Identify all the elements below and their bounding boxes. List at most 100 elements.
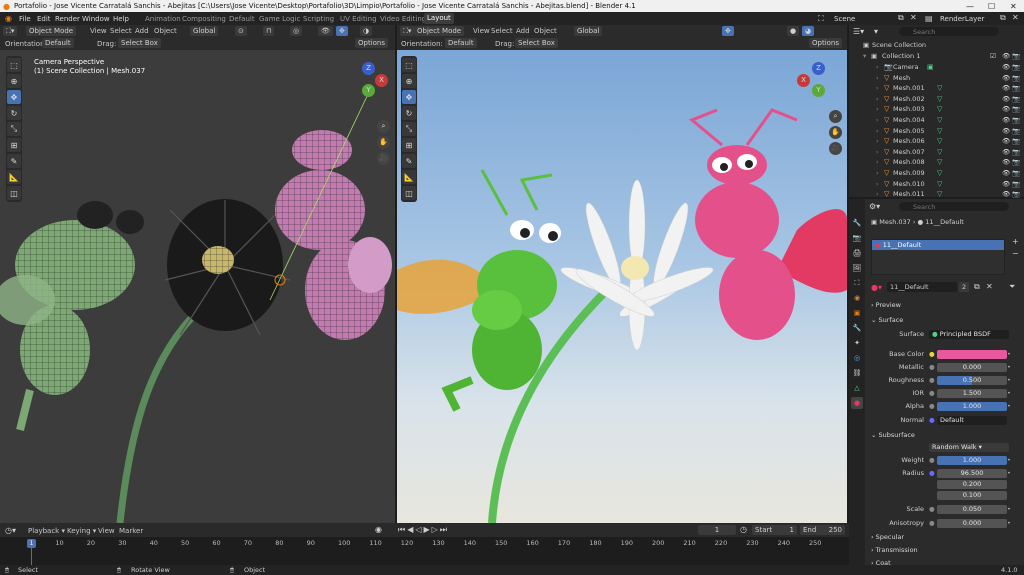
scale-field[interactable]: 0.050 [937, 505, 1007, 514]
annotate-tool-icon[interactable]: ✎ [7, 154, 21, 168]
expand-icon[interactable]: › [876, 136, 879, 147]
current-frame-field[interactable]: 1 [698, 525, 736, 535]
start-frame-field[interactable]: Start 1 [752, 525, 797, 535]
right-options-button[interactable]: Options [809, 38, 843, 48]
scale-dot-icon[interactable]: • [1007, 505, 1011, 513]
tab-uv-editing[interactable]: UV Editing [340, 15, 377, 23]
transmission-section[interactable]: › Transmission [871, 546, 918, 554]
right-transform-tool-icon[interactable]: ⊞ [402, 138, 416, 152]
base-color-swatch[interactable] [937, 350, 1007, 359]
tab-animation[interactable]: Animation [145, 15, 181, 23]
blender-menu-icon[interactable]: ◉ [5, 14, 12, 23]
view-layer-tab-icon[interactable]: 🖼 [851, 262, 863, 274]
outliner-item-mesh-010[interactable]: › ▽ Mesh.010 ▽ 👁 📷 [849, 179, 1024, 190]
right-camera-view-icon[interactable]: 🎥 [829, 142, 842, 155]
expand-icon[interactable]: › [876, 147, 879, 158]
render-camera-icon[interactable]: 📷 [1012, 115, 1020, 126]
right-add-menu[interactable]: Add [516, 27, 530, 35]
alpha-dot-icon[interactable]: • [1007, 402, 1011, 410]
delete-layer-icon[interactable]: ✕ [1012, 13, 1019, 22]
expand-icon[interactable]: › [876, 157, 879, 168]
transform-tool-icon[interactable]: ⊞ [7, 138, 21, 152]
preview-range-icon[interactable]: ◷ [740, 525, 747, 534]
right-measure-tool-icon[interactable]: 📐 [402, 170, 416, 184]
eye-icon[interactable]: 👁 [1002, 179, 1010, 190]
expand-icon[interactable]: › [876, 73, 879, 84]
right-transform-select[interactable]: Global [574, 26, 603, 36]
rotate-tool-icon[interactable]: ↻ [7, 106, 21, 120]
material-users-count[interactable]: 2 [959, 282, 970, 292]
eye-icon[interactable]: 👁 [1002, 104, 1010, 115]
new-layer-icon[interactable]: ⧉ [1000, 13, 1006, 23]
render-tab-icon[interactable]: 📷 [851, 232, 863, 244]
right-select-menu[interactable]: Select [491, 27, 513, 35]
collection-check-icon[interactable]: ☑ [990, 51, 996, 62]
overlay-icon[interactable]: ◑ [360, 26, 373, 36]
axis-z-icon[interactable]: Z [362, 62, 375, 75]
scale-tool-icon[interactable]: ⤡ [7, 122, 21, 136]
right-view-menu[interactable]: View [473, 27, 490, 35]
metallic-socket-icon[interactable]: ● [929, 363, 935, 371]
timeline-view-menu[interactable]: View [98, 527, 115, 535]
base-color-dot-icon[interactable]: • [1007, 350, 1011, 358]
outliner-item-mesh-004[interactable]: › ▽ Mesh.004 ▽ 👁 📷 [849, 115, 1024, 126]
measure-tool-icon[interactable]: 📐 [7, 170, 21, 184]
shading-solid-icon[interactable]: ● [787, 26, 800, 36]
surface-shader-field[interactable]: ● Principled BSDF [929, 330, 1009, 339]
right-scale-tool-icon[interactable]: ⤡ [402, 122, 416, 136]
radius-socket-icon[interactable]: ● [929, 469, 935, 477]
right-object-menu[interactable]: Object [534, 27, 557, 35]
radius-z-field[interactable]: 0.100 [937, 491, 1007, 500]
axis-y-icon[interactable]: Y [362, 84, 375, 97]
outliner-item-mesh-007[interactable]: › ▽ Mesh.007 ▽ 👁 📷 [849, 147, 1024, 158]
timeline-editor-icon[interactable]: ◷▾ [5, 526, 16, 535]
eye-icon[interactable]: 👁 [1002, 73, 1010, 84]
render-layer-name[interactable]: RenderLayer [940, 15, 984, 23]
minimize-icon[interactable]: — [966, 2, 974, 11]
ior-field[interactable]: 1.500 [937, 389, 1007, 398]
roughness-dot-icon[interactable]: • [1007, 376, 1011, 384]
subsurface-section[interactable]: ⌄ Subsurface [871, 431, 915, 439]
pan-icon[interactable]: ✋ [377, 136, 390, 149]
eye-icon[interactable]: 👁 [1002, 126, 1010, 137]
material-slot-item[interactable]: ● 11__Default [872, 240, 1004, 250]
outliner-item-camera[interactable]: › 📷 Camera ▣ 👁 📷 [849, 62, 1024, 73]
delete-scene-icon[interactable]: ✕ [910, 13, 917, 22]
properties-editor-icon[interactable]: ⚙▾ [869, 202, 880, 211]
ior-socket-icon[interactable]: ● [929, 389, 935, 397]
right-orientation-select[interactable]: Default [445, 38, 477, 48]
menu-render[interactable]: Render [55, 15, 80, 23]
scene-name[interactable]: Scene [834, 15, 855, 23]
anisotropy-socket-icon[interactable]: ● [929, 519, 935, 527]
menu-help[interactable]: Help [113, 15, 129, 23]
render-camera-icon[interactable]: 📷 [1012, 83, 1020, 94]
tab-game-logic[interactable]: Game Logic [259, 15, 300, 23]
radius-x-field[interactable]: 96.500 [937, 469, 1007, 478]
gizmo-icon[interactable]: ✥ [336, 26, 348, 36]
preview-section[interactable]: › Preview [871, 301, 901, 309]
normal-socket-icon[interactable]: ● [929, 416, 935, 424]
eye-icon[interactable]: 👁 [1002, 51, 1010, 62]
outliner-collection-1[interactable]: ▾ ▣ Collection 1 ☑ 👁 📷 [849, 51, 1024, 62]
tab-video-editing[interactable]: Video Editing [380, 15, 426, 23]
render-camera-icon[interactable]: 📷 [1012, 157, 1020, 168]
move-tool-icon[interactable]: ✥ [7, 90, 21, 104]
playhead[interactable]: 1 [27, 539, 36, 548]
specular-section[interactable]: › Specular [871, 533, 904, 541]
tool-tab-icon[interactable]: 🔧 [851, 217, 863, 229]
tab-layout[interactable]: Layout [424, 13, 454, 24]
expand-icon[interactable]: › [876, 179, 879, 190]
material-slot-list[interactable]: ● 11__Default [871, 239, 1005, 275]
right-select-tool-icon[interactable]: ⬚ [402, 58, 416, 72]
tab-default[interactable]: Default [229, 15, 255, 23]
anisotropy-field[interactable]: 0.000 [937, 519, 1007, 528]
roughness-socket-icon[interactable]: ● [929, 376, 935, 384]
left-add-menu[interactable]: Add [135, 27, 149, 35]
playback-controls-icon[interactable]: ⏮◀◁▶▷⏭ [398, 525, 449, 535]
right-axis-z-icon[interactable]: Z [812, 62, 825, 75]
left-transform-select[interactable]: Global [190, 26, 219, 36]
radius-dot-icon[interactable]: • [1007, 469, 1011, 477]
close-icon[interactable]: ✕ [1010, 2, 1017, 11]
editor-type-icon[interactable]: ⛶▾ [3, 26, 18, 36]
render-camera-icon[interactable]: 📷 [1012, 51, 1020, 62]
